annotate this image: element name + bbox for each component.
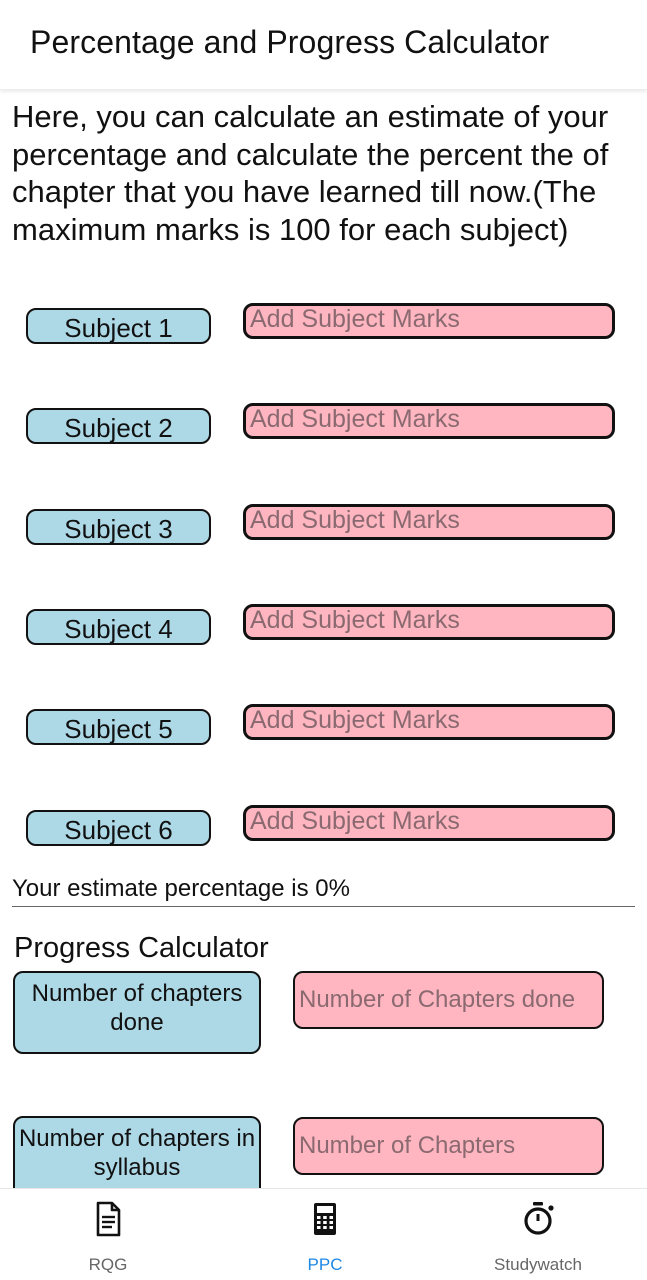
progress-calculator-title: Progress Calculator [14,932,269,964]
page-title: Percentage and Progress Calculator [30,24,550,60]
intro-text: Here, you can calculate an estimate of y… [12,99,609,247]
nav-item-studywatch[interactable]: Studywatch [478,1189,598,1280]
subject-label-3: Subject 3 [26,509,211,545]
subject-label-6: Subject 6 [26,810,211,846]
document-icon [96,1201,121,1237]
subject-label-4: Subject 4 [26,609,211,645]
subject-marks-input-3[interactable] [243,504,615,540]
stopwatch-icon [524,1202,554,1235]
nav-label-rqg: RQG [88,1255,128,1274]
subject-label-1: Subject 1 [26,308,211,344]
subject-marks-input-6[interactable] [243,805,615,841]
chapters-done-input[interactable] [293,971,604,1029]
app-header: Percentage and Progress Calculator [0,0,647,90]
subject-marks-input-4[interactable] [243,604,615,640]
nav-label-ppc: PPC [307,1255,343,1274]
nav-item-ppc[interactable]: PPC [265,1189,385,1280]
subject-label-5: Subject 5 [26,709,211,745]
estimate-percentage-text: Your estimate percentage is 0% [12,875,350,902]
bottom-navigation: RQG PPC Studywatch [0,1188,647,1280]
subject-marks-input-1[interactable] [243,303,615,339]
chapters-total-input[interactable] [293,1117,604,1175]
calculator-icon [314,1203,336,1235]
subject-label-2: Subject 2 [26,408,211,444]
nav-label-studywatch: Studywatch [494,1255,582,1274]
subject-marks-input-5[interactable] [243,704,615,740]
nav-item-rqg[interactable]: RQG [48,1189,168,1280]
chapters-done-label: Number of chapters done [13,971,261,1054]
divider [12,906,635,907]
subject-marks-input-2[interactable] [243,403,615,439]
